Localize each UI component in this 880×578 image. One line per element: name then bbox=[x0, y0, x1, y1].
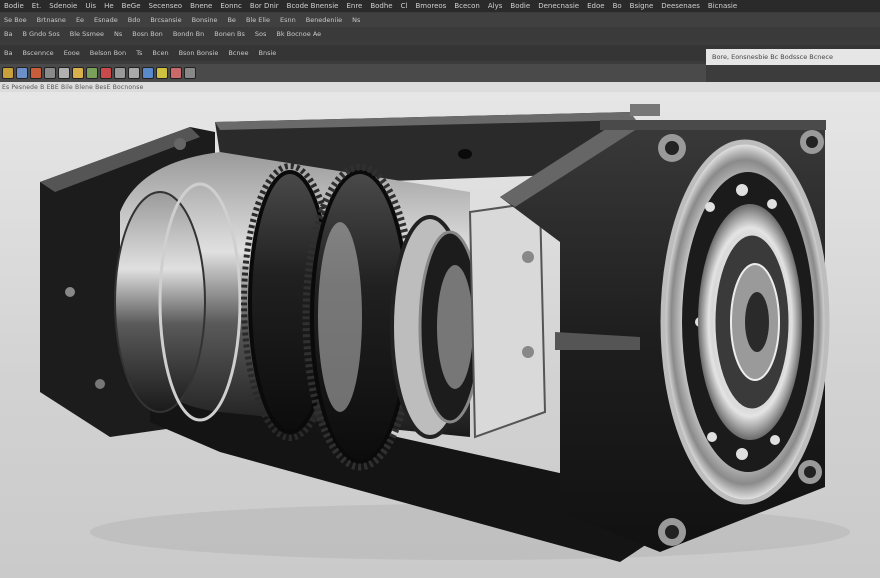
status-text: Bore, Eonsnesbie Bc Bodssce Bcnece bbox=[712, 53, 833, 61]
menu-item-8[interactable]: Eonnc bbox=[220, 2, 241, 10]
toolbar-row2-item-3[interactable]: Ns bbox=[114, 30, 122, 38]
folder-icon[interactable] bbox=[2, 67, 14, 79]
status-panel: Bore, Eonsnesbie Bc Bodssce Bcnece bbox=[706, 49, 880, 65]
3d-viewport[interactable] bbox=[0, 92, 880, 578]
toolbar-row3-item-6[interactable]: Bson Bonsie bbox=[179, 49, 219, 57]
menu-item-16[interactable]: Alys bbox=[488, 2, 503, 10]
toolbar-row-1: Se Boe Brtnasne Ee Esnade Bdo Brcsansie Bonsin… bbox=[0, 13, 880, 27]
toolbar-row1-item-8[interactable]: Ble Elie bbox=[246, 16, 270, 24]
menu-item-1[interactable]: Et. bbox=[32, 2, 41, 10]
menu-item-23[interactable]: Bicnasie bbox=[708, 2, 737, 10]
toolbar-row2-item-7[interactable]: Sos bbox=[255, 30, 267, 38]
toolbar-row2-item-6[interactable]: Bonen Bs bbox=[214, 30, 245, 38]
menu-item-19[interactable]: Edoe bbox=[587, 2, 604, 10]
toolbar-row2-item-5[interactable]: Bondn Bn bbox=[173, 30, 204, 38]
icon-toolbar bbox=[0, 64, 706, 82]
toolbar-row3-item-0[interactable]: Ba bbox=[4, 49, 12, 57]
menu-item-15[interactable]: Bcecon bbox=[454, 2, 480, 10]
toolbar-row1-item-1[interactable]: Brtnasne bbox=[37, 16, 66, 24]
document-icon[interactable] bbox=[44, 67, 56, 79]
target-icon[interactable] bbox=[170, 67, 182, 79]
menu-item-7[interactable]: Bnene bbox=[190, 2, 212, 10]
lock-icon[interactable] bbox=[128, 67, 140, 79]
render-icon[interactable] bbox=[100, 67, 112, 79]
toolbar-row2-item-0[interactable]: Ba bbox=[4, 30, 12, 38]
toolbar-row1-item-9[interactable]: Esnn bbox=[280, 16, 296, 24]
rendered-model bbox=[40, 104, 850, 562]
toolbar-row3-item-1[interactable]: Bscennce bbox=[22, 49, 53, 57]
menu-item-0[interactable]: Bodie bbox=[4, 2, 24, 10]
toolbar-row1-item-6[interactable]: Bonsine bbox=[192, 16, 218, 24]
menu-item-6[interactable]: Secenseo bbox=[149, 2, 183, 10]
toolbar-row1-item-7[interactable]: Be bbox=[227, 16, 235, 24]
menu-item-14[interactable]: Bmoreos bbox=[415, 2, 446, 10]
menu-item-17[interactable]: Bodie bbox=[510, 2, 530, 10]
star-icon[interactable] bbox=[156, 67, 168, 79]
toolbar-row-2: Ba B Gndo Sos Ble Ssmee Ns Bosn Bon Bondn Bn B… bbox=[0, 27, 880, 41]
menu-item-5[interactable]: BeGe bbox=[122, 2, 141, 10]
menu-item-18[interactable]: Denecnasie bbox=[538, 2, 579, 10]
toolbar-row3-item-2[interactable]: Eooe bbox=[64, 49, 80, 57]
toolbar-row1-item-11[interactable]: Ns bbox=[352, 16, 360, 24]
grid-icon[interactable] bbox=[72, 67, 84, 79]
toolbar-row2-item-1[interactable]: B Gndo Sos bbox=[22, 30, 59, 38]
toolbar-row2-item-8[interactable]: Bk Bocnoe Ae bbox=[276, 30, 321, 38]
app-ribbon: Bodie Et. Sdenoie Uis He BeGe Secenseo Bnene Eon… bbox=[0, 0, 880, 82]
layer-icon[interactable] bbox=[142, 67, 154, 79]
menu-item-13[interactable]: Cl bbox=[401, 2, 408, 10]
toolbar-row1-item-5[interactable]: Brcsansie bbox=[150, 16, 181, 24]
toolbar-row1-item-2[interactable]: Ee bbox=[76, 16, 84, 24]
menu-item-9[interactable]: Bor Dnir bbox=[250, 2, 279, 10]
front-bracket bbox=[468, 200, 547, 439]
toolbar-row1-item-3[interactable]: Esnade bbox=[94, 16, 118, 24]
camera-icon[interactable] bbox=[114, 67, 126, 79]
path-text: Es Pesnede B EBE Bile Blene BesE Bocnons… bbox=[2, 83, 144, 91]
save-icon[interactable] bbox=[16, 67, 28, 79]
menu-item-20[interactable]: Bo bbox=[613, 2, 622, 10]
toolbar-row2-item-2[interactable]: Ble Ssmee bbox=[70, 30, 104, 38]
toolbar-row1-item-4[interactable]: Bdo bbox=[128, 16, 141, 24]
toolbar-row2-item-4[interactable]: Bosn Bon bbox=[132, 30, 163, 38]
settings-icon[interactable] bbox=[58, 67, 70, 79]
view-icon[interactable] bbox=[86, 67, 98, 79]
menu-item-21[interactable]: Bsigne bbox=[630, 2, 654, 10]
menu-item-3[interactable]: Uis bbox=[85, 2, 96, 10]
menu-bar: Bodie Et. Sdenoie Uis He BeGe Secenseo Bnene Eon… bbox=[0, 0, 880, 12]
menu-item-2[interactable]: Sdenoie bbox=[49, 2, 77, 10]
toolbar-row1-item-0[interactable]: Se Boe bbox=[4, 16, 27, 24]
menu-item-12[interactable]: Bodhe bbox=[370, 2, 392, 10]
palette-icon[interactable] bbox=[184, 67, 196, 79]
menu-item-11[interactable]: Enre bbox=[346, 2, 362, 10]
path-bar: Es Pesnede B EBE Bile Blene BesE Bocnons… bbox=[0, 82, 880, 92]
menu-item-10[interactable]: Bcode Bnensie bbox=[287, 2, 339, 10]
image-icon[interactable] bbox=[30, 67, 42, 79]
toolbar-row3-item-7[interactable]: Bcnee bbox=[228, 49, 248, 57]
toolbar-row3-item-3[interactable]: Belson Bon bbox=[90, 49, 126, 57]
toolbar-row3-item-5[interactable]: Bcen bbox=[152, 49, 168, 57]
menu-item-4[interactable]: He bbox=[104, 2, 114, 10]
toolbar-row3-item-4[interactable]: Ts bbox=[136, 49, 142, 57]
toolbar-row1-item-10[interactable]: Benedeniie bbox=[306, 16, 342, 24]
menu-item-22[interactable]: Deesenaes bbox=[661, 2, 700, 10]
toolbar-row3-item-8[interactable]: Bnsie bbox=[258, 49, 276, 57]
